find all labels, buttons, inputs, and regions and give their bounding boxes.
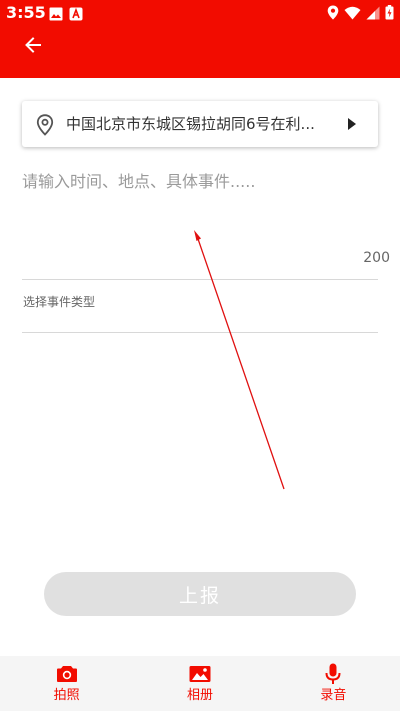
app-notification-icon — [69, 6, 83, 25]
location-pin-icon — [36, 114, 54, 140]
tab-label-album: 相册 — [186, 688, 213, 703]
status-bar: 3:55 — [0, 0, 400, 26]
location-address: 中国北京市东城区锡拉胡同6号在利... — [66, 115, 315, 133]
tab-record-audio[interactable]: 录音 — [267, 656, 400, 711]
event-description-input[interactable] — [22, 162, 378, 280]
camera-icon — [56, 663, 78, 685]
tab-album[interactable]: 相册 — [133, 656, 266, 711]
submit-report-button[interactable]: 上报 — [44, 572, 356, 616]
image-icon — [189, 663, 211, 685]
location-selector[interactable]: 中国北京市东城区锡拉胡同6号在利... — [22, 101, 378, 147]
back-button[interactable] — [20, 32, 46, 58]
event-type-label: 选择事件类型 — [23, 295, 96, 309]
char-limit-counter: 200 — [363, 250, 390, 266]
tab-label-record: 录音 — [320, 688, 347, 703]
back-arrow-icon — [25, 37, 41, 53]
microphone-icon — [325, 663, 341, 685]
bottom-action-bar: 拍照 相册 录音 — [0, 656, 400, 711]
caret-right-icon — [346, 116, 358, 135]
tab-label-photo: 拍照 — [53, 688, 80, 703]
tab-take-photo[interactable]: 拍照 — [0, 656, 133, 711]
status-time: 3:55 — [6, 3, 46, 22]
signal-icon — [366, 5, 380, 24]
battery-icon — [385, 5, 394, 24]
app-bar: 3:55 — [0, 0, 400, 78]
location-status-icon — [327, 5, 339, 24]
gallery-notification-icon — [49, 6, 63, 25]
event-type-selector[interactable]: 选择事件类型 — [22, 288, 378, 333]
wifi-icon — [344, 5, 361, 24]
